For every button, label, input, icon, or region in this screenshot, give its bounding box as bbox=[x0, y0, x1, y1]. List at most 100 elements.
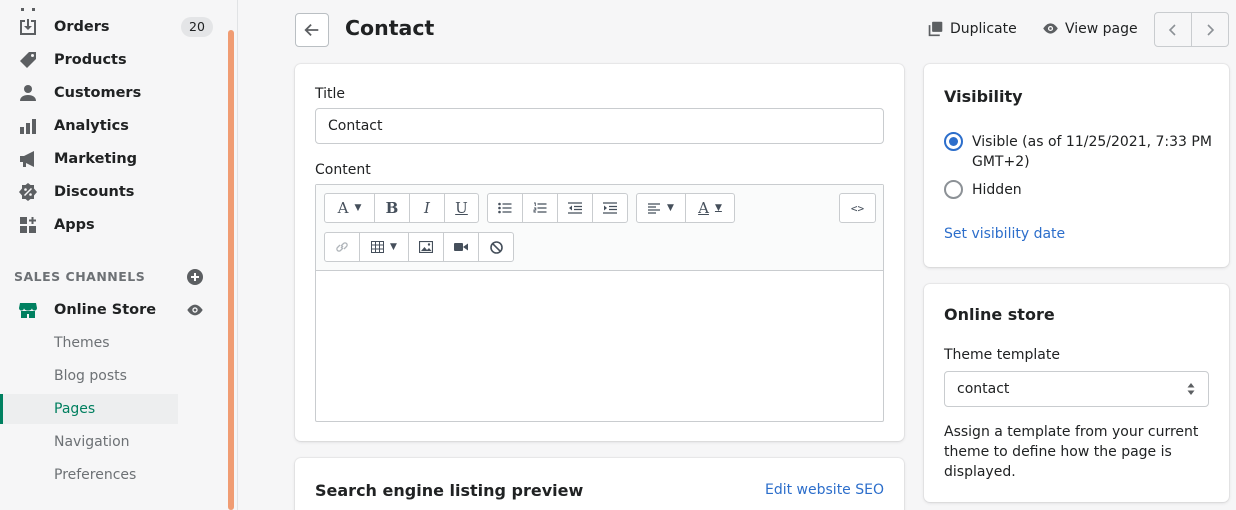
hidden-radio-label: Hidden bbox=[972, 182, 1022, 198]
theme-template-label: Theme template bbox=[944, 347, 1060, 363]
arrow-left-icon bbox=[304, 23, 319, 37]
previous-page-button[interactable] bbox=[1155, 13, 1192, 46]
theme-template-select[interactable]: contact bbox=[944, 371, 1209, 407]
seo-card: Search engine listing preview Edit websi… bbox=[295, 458, 904, 510]
insert-table-button[interactable]: ▼ bbox=[360, 233, 409, 261]
text-format-group: A ▼ B I U bbox=[324, 193, 479, 223]
sidebar-subitem-themes[interactable]: Themes bbox=[0, 328, 178, 358]
duplicate-button[interactable]: Duplicate bbox=[927, 20, 1017, 37]
insert-image-button[interactable] bbox=[409, 233, 444, 261]
image-icon bbox=[419, 241, 433, 253]
code-view-group: <> bbox=[839, 193, 876, 223]
sidebar-item-online-store[interactable]: Online Store bbox=[0, 293, 228, 326]
hidden-radio[interactable] bbox=[944, 180, 963, 199]
sidebar-subitem-label: Themes bbox=[54, 335, 110, 351]
sidebar-subitem-navigation[interactable]: Navigation bbox=[0, 427, 178, 457]
person-icon bbox=[18, 83, 38, 103]
sidebar-item-analytics[interactable]: Analytics bbox=[0, 109, 228, 142]
sidebar-item-orders[interactable]: Orders 20 bbox=[0, 10, 228, 43]
store-icon bbox=[18, 300, 38, 320]
bar-chart-icon bbox=[18, 116, 38, 136]
page-details-card: Title Contact Content A ▼ B I U ▼ A ▼ <>… bbox=[295, 64, 904, 441]
caret-down-icon: ▼ bbox=[667, 203, 674, 213]
view-page-label: View page bbox=[1065, 20, 1138, 37]
sidebar-subitem-pages[interactable]: Pages bbox=[0, 394, 178, 424]
clear-formatting-button[interactable] bbox=[479, 233, 513, 261]
sidebar-subitem-label: Preferences bbox=[54, 467, 137, 483]
bold-button[interactable]: B bbox=[375, 194, 410, 222]
visible-radio[interactable] bbox=[944, 132, 963, 151]
sidebar-item-label: Online Store bbox=[54, 301, 157, 318]
tag-icon bbox=[18, 50, 38, 70]
editor-content-area[interactable] bbox=[316, 271, 883, 421]
sidebar-subitem-label: Pages bbox=[54, 401, 96, 417]
pagination bbox=[1154, 12, 1229, 47]
bulleted-list-icon bbox=[498, 202, 512, 214]
chevron-left-icon bbox=[1168, 23, 1176, 36]
underline-icon: U bbox=[455, 199, 468, 217]
outdent-button[interactable] bbox=[558, 194, 593, 222]
sidebar-item-label: Apps bbox=[54, 216, 95, 233]
theme-template-help-text: Assign a template from your current them… bbox=[944, 424, 1199, 480]
sidebar: Orders 20 Products Customers Analytics M… bbox=[0, 0, 238, 510]
font-icon: A bbox=[337, 199, 349, 217]
rich-text-editor: A ▼ B I U ▼ A ▼ <> ▼ bbox=[315, 184, 884, 422]
font-style-button[interactable]: A ▼ bbox=[325, 194, 375, 222]
code-icon: <> bbox=[850, 201, 865, 215]
sidebar-item-label: Customers bbox=[54, 84, 142, 101]
bold-icon: B bbox=[385, 199, 399, 217]
title-input[interactable]: Contact bbox=[315, 108, 884, 144]
online-store-heading: Online store bbox=[944, 305, 1055, 324]
sidebar-scrollbar[interactable] bbox=[228, 30, 234, 510]
numbered-list-icon bbox=[533, 202, 547, 213]
theme-template-value: contact bbox=[957, 381, 1010, 397]
insert-link-button[interactable] bbox=[325, 233, 360, 261]
editor-toolbar: A ▼ B I U ▼ A ▼ <> ▼ bbox=[316, 185, 883, 271]
table-icon bbox=[371, 241, 385, 253]
visibility-heading: Visibility bbox=[944, 87, 1023, 106]
italic-icon: I bbox=[424, 199, 430, 217]
indent-icon bbox=[603, 202, 617, 214]
outdent-icon bbox=[568, 202, 582, 214]
caret-down-icon: ▼ bbox=[714, 203, 722, 213]
add-sales-channel-icon[interactable] bbox=[186, 268, 204, 286]
insert-video-button[interactable] bbox=[444, 233, 479, 261]
sidebar-item-apps[interactable]: Apps bbox=[0, 208, 228, 241]
sidebar-item-products[interactable]: Products bbox=[0, 43, 228, 76]
visible-radio-label: Visible (as of 11/25/2021, 7:33 PM GMT+2… bbox=[972, 134, 1212, 170]
clear-formatting-icon bbox=[489, 240, 503, 254]
numbered-list-button[interactable] bbox=[523, 194, 558, 222]
apps-icon bbox=[18, 215, 38, 235]
eye-icon[interactable] bbox=[186, 301, 204, 323]
set-visibility-date-link[interactable]: Set visibility date bbox=[944, 226, 1065, 242]
sidebar-subitem-label: Blog posts bbox=[54, 368, 127, 384]
indent-button[interactable] bbox=[593, 194, 627, 222]
align-button[interactable]: ▼ bbox=[637, 194, 686, 222]
visibility-card: Visibility Visible (as of 11/25/2021, 7:… bbox=[924, 64, 1229, 267]
online-store-card: Online store Theme template contact Assi… bbox=[924, 284, 1229, 502]
text-color-button[interactable]: A ▼ bbox=[686, 194, 734, 222]
underline-button[interactable]: U bbox=[445, 194, 478, 222]
bulleted-list-button[interactable] bbox=[488, 194, 523, 222]
sidebar-item-marketing[interactable]: Marketing bbox=[0, 142, 228, 175]
sidebar-item-label: Orders bbox=[54, 18, 110, 35]
sidebar-subitem-label: Navigation bbox=[54, 434, 130, 450]
italic-button[interactable]: I bbox=[410, 194, 445, 222]
alignment-color-group: ▼ A ▼ bbox=[636, 193, 735, 223]
page-title: Contact bbox=[345, 16, 435, 40]
next-page-button[interactable] bbox=[1192, 13, 1228, 46]
code-view-button[interactable]: <> bbox=[840, 194, 875, 222]
back-button[interactable] bbox=[295, 13, 329, 47]
edit-seo-link[interactable]: Edit website SEO bbox=[765, 482, 884, 498]
sidebar-item-customers[interactable]: Customers bbox=[0, 76, 228, 109]
sidebar-item-label: Marketing bbox=[54, 150, 138, 167]
sidebar-subitem-blog-posts[interactable]: Blog posts bbox=[0, 361, 178, 391]
sales-channels-title: SALES CHANNELS bbox=[14, 269, 146, 284]
seo-heading: Search engine listing preview bbox=[315, 481, 584, 500]
content-label: Content bbox=[315, 162, 371, 178]
caret-down-icon: ▼ bbox=[390, 242, 397, 252]
sidebar-subitem-preferences[interactable]: Preferences bbox=[0, 460, 178, 490]
view-page-button[interactable]: View page bbox=[1042, 20, 1138, 37]
sidebar-item-discounts[interactable]: Discounts bbox=[0, 175, 228, 208]
video-icon bbox=[454, 243, 468, 251]
